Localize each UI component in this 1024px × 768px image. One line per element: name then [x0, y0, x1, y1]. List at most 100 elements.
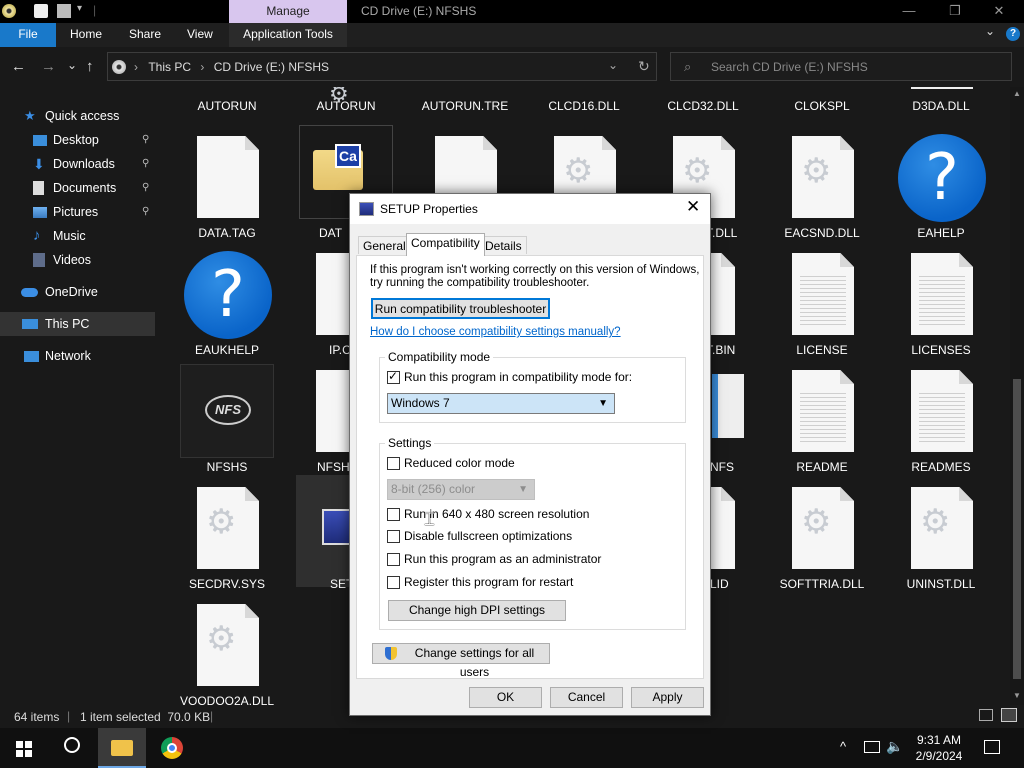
compat-os-select[interactable]: Windows 7 ▼ [387, 393, 615, 414]
maximize-button[interactable]: ❐ [932, 0, 978, 23]
recent-locations-button[interactable]: ⌄ [67, 58, 77, 72]
up-button[interactable]: ↑ [86, 58, 94, 75]
search-input[interactable]: ⌕ Search CD Drive (E:) NFSHS [670, 52, 1012, 81]
breadcrumb-this-pc[interactable]: This PC [148, 60, 191, 74]
file-item[interactable]: ⚙ AUTORUN [289, 87, 403, 113]
tab-share[interactable]: Share [129, 23, 161, 47]
pin-icon[interactable]: ⚲ [142, 176, 149, 200]
change-dpi-button[interactable]: Change high DPI settings [388, 600, 566, 621]
scroll-up-arrow-icon[interactable]: ▲ [1013, 89, 1021, 98]
show-hidden-icons-chevron-icon[interactable]: ^ [840, 739, 846, 754]
address-dropdown-icon[interactable]: ⌄ [608, 58, 618, 72]
minimize-button[interactable]: — [886, 0, 932, 23]
breadcrumb-cd-drive[interactable]: CD Drive (E:) NFSHS [214, 60, 329, 74]
file-item[interactable]: LICENSES [884, 241, 998, 357]
file-item[interactable]: ? EAHELP [884, 124, 998, 240]
file-item[interactable]: ⚙ VOODOO2A.DLL [170, 592, 284, 705]
nav-network[interactable]: Network [0, 344, 158, 368]
file-item[interactable]: ? EAUKHELP [170, 241, 284, 357]
file-item[interactable]: README [765, 358, 879, 474]
tab-details[interactable]: Details [480, 236, 527, 254]
dialog-close-button[interactable]: ✕ [686, 197, 700, 217]
notifications-icon[interactable] [984, 740, 1000, 754]
cancel-button[interactable]: Cancel [550, 687, 623, 708]
nav-this-pc[interactable]: This PC [0, 312, 155, 336]
taskbar-clock[interactable]: 9:31 AM 2/9/2024 [912, 732, 966, 764]
large-icons-view-icon[interactable] [1001, 708, 1017, 722]
scrollbar-thumb[interactable] [1013, 379, 1021, 679]
file-item[interactable]: NFS NFSHS [170, 358, 284, 474]
pin-icon[interactable]: ⚲ [142, 128, 149, 152]
file-item[interactable]: CLCD16.DLL [527, 87, 641, 113]
pin-icon[interactable]: ⚲ [142, 152, 149, 176]
register-restart-checkbox[interactable] [387, 576, 400, 589]
resolution-640-checkbox[interactable] [387, 508, 400, 521]
run-troubleshooter-button[interactable]: Run compatibility troubleshooter [371, 298, 550, 319]
file-label: AUTORUN [197, 99, 257, 113]
file-item[interactable]: ⚙ SECDRV.SYS [170, 475, 284, 591]
file-item[interactable]: ⚙ SOFTTRIA.DLL [765, 475, 879, 591]
new-folder-icon[interactable] [57, 4, 71, 18]
file-item[interactable]: CLOKSPL [765, 87, 879, 113]
compatibility-help-link[interactable]: How do I choose compatibility settings m… [370, 326, 621, 338]
tab-compatibility[interactable]: Compatibility [406, 233, 485, 256]
color-depth-select[interactable]: 8-bit (256) color ▼ [387, 479, 535, 500]
expand-ribbon-icon[interactable]: ⌄ [985, 24, 995, 38]
change-all-users-button[interactable]: Change settings for all users [372, 643, 550, 679]
file-item[interactable]: D3DA.DLL [884, 87, 998, 113]
nav-downloads[interactable]: ⬇ Downloads ⚲ [0, 152, 158, 176]
cloud-icon [21, 288, 38, 297]
run-as-admin-checkbox[interactable] [387, 553, 400, 566]
pin-icon[interactable]: ⚲ [142, 200, 149, 224]
tab-file[interactable]: File [0, 23, 56, 47]
reduced-color-checkbox[interactable] [387, 457, 400, 470]
manage-context-tab[interactable]: Manage [229, 0, 347, 23]
file-explorer-taskbar-button[interactable] [98, 728, 146, 768]
file-item[interactable]: AUTORUN [170, 87, 284, 113]
nav-quick-access[interactable]: ★ Quick access [0, 104, 158, 128]
details-view-icon[interactable] [979, 709, 993, 721]
text-file-icon [792, 370, 854, 452]
address-field[interactable]: › This PC › CD Drive (E:) NFSHS ⌄ ↻ [107, 52, 657, 81]
nav-pictures[interactable]: Pictures ⚲ [0, 200, 158, 224]
help-icon[interactable]: ? [1006, 27, 1020, 41]
disable-fullscreen-checkbox[interactable] [387, 530, 400, 543]
file-item[interactable]: ⚙ UNINST.DLL [884, 475, 998, 591]
star-icon: ★ [24, 108, 36, 123]
file-item[interactable]: READMES [884, 358, 998, 474]
back-button[interactable]: ← [11, 58, 26, 75]
nav-onedrive[interactable]: OneDrive [0, 280, 158, 304]
vertical-scrollbar[interactable]: ▲ ▼ [1010, 87, 1024, 705]
volume-muted-icon[interactable]: 🔈 [886, 738, 903, 755]
apply-button[interactable]: Apply [631, 687, 704, 708]
chrome-taskbar-button[interactable] [148, 728, 196, 768]
nav-label: Quick access [45, 109, 120, 123]
file-item[interactable]: LICENSE [765, 241, 879, 357]
tab-home[interactable]: Home [70, 23, 102, 47]
file-item[interactable]: ⚙ EACSND.DLL [765, 124, 879, 240]
customize-qat-icon[interactable]: ▾ [77, 3, 82, 14]
forward-button[interactable]: → [41, 58, 56, 75]
nav-music[interactable]: ♪ Music [0, 224, 158, 248]
scroll-down-arrow-icon[interactable]: ▼ [1013, 691, 1021, 700]
file-label: LICENSE [796, 343, 848, 357]
close-button[interactable]: ✕ [976, 0, 1022, 23]
properties-icon[interactable] [34, 4, 48, 18]
file-item[interactable]: AUTORUN.TRE [408, 87, 522, 113]
nav-desktop[interactable]: Desktop ⚲ [0, 128, 158, 152]
network-tray-icon[interactable] [864, 741, 880, 753]
change-all-users-label: Change settings for all users [414, 646, 535, 679]
start-button[interactable] [0, 728, 48, 768]
ok-button[interactable]: OK [469, 687, 542, 708]
file-item[interactable]: DATA.TAG [170, 124, 284, 240]
nav-documents[interactable]: Documents ⚲ [0, 176, 158, 200]
file-item[interactable]: CLCD32.DLL [646, 87, 760, 113]
nav-videos[interactable]: Videos [0, 248, 158, 272]
dialog-title-bar[interactable]: SETUP Properties ✕ [350, 194, 710, 224]
compat-mode-checkbox[interactable] [387, 369, 400, 384]
search-button[interactable] [48, 728, 96, 768]
refresh-icon[interactable]: ↻ [638, 58, 650, 75]
tab-application-tools[interactable]: Application Tools [229, 23, 347, 47]
tab-view[interactable]: View [187, 23, 213, 47]
tab-general[interactable]: General [358, 236, 411, 254]
